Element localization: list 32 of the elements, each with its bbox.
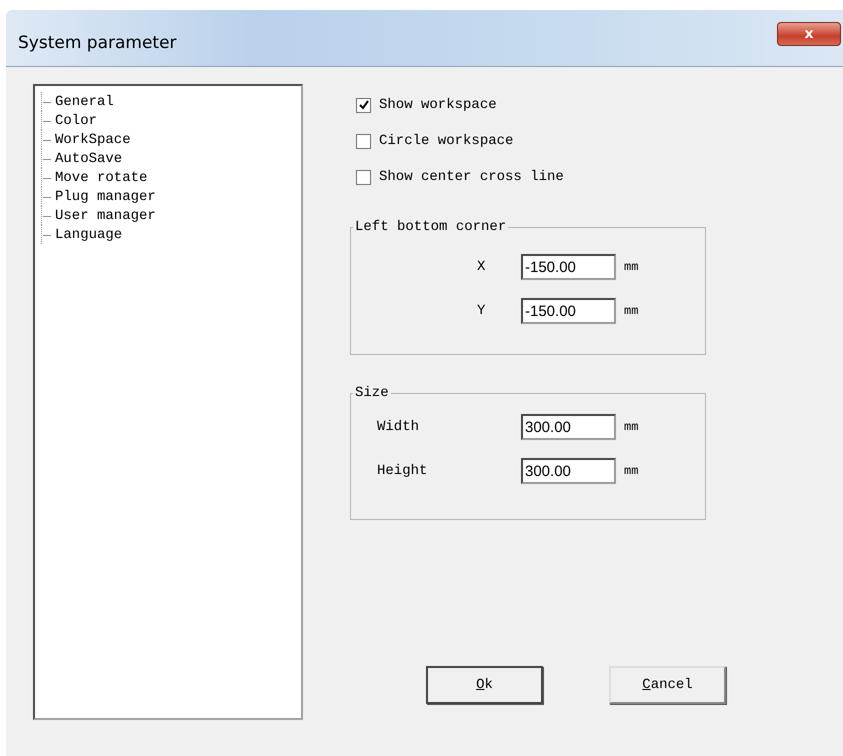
field-label: X <box>477 259 486 275</box>
input-field[interactable]: -150.00 <box>521 298 616 324</box>
tree-item[interactable]: AutoSave <box>54 150 124 166</box>
ok-button[interactable]: Ok <box>426 666 543 704</box>
field-label: Width <box>377 419 420 435</box>
tree-item[interactable]: User manager <box>54 208 157 224</box>
tree-item[interactable]: Color <box>54 112 98 128</box>
input-field[interactable]: 300.00 <box>521 458 616 484</box>
input-field[interactable]: 300.00 <box>521 414 616 440</box>
checkbox-label: Show workspace <box>379 97 497 113</box>
window-title: System parameter <box>18 33 177 53</box>
cancel-button[interactable]: Cancel <box>609 666 726 704</box>
input-field[interactable]: -150.00 <box>521 254 616 280</box>
unit-label: mm <box>624 260 638 274</box>
tree-item[interactable]: Plug manager <box>54 188 157 204</box>
checkbox[interactable] <box>356 134 371 148</box>
checkbox-label: Show center cross line <box>379 169 564 185</box>
field-label: Height <box>377 463 428 479</box>
checkbox[interactable] <box>356 98 371 112</box>
tree-item[interactable]: General <box>54 94 115 110</box>
unit-label: mm <box>624 420 638 434</box>
unit-label: mm <box>624 304 638 318</box>
unit-label: mm <box>624 464 638 478</box>
close-button[interactable]: x <box>777 22 841 46</box>
field-label: Y <box>477 303 486 319</box>
checkbox[interactable] <box>356 170 371 184</box>
group-title: Size <box>354 385 390 401</box>
tree-item[interactable]: Move rotate <box>54 170 148 186</box>
tree-item[interactable]: WorkSpace <box>54 132 132 148</box>
group-title: Left bottom corner <box>354 219 508 235</box>
tree-item[interactable]: Language <box>54 226 124 242</box>
checkbox-label: Circle workspace <box>379 133 514 149</box>
